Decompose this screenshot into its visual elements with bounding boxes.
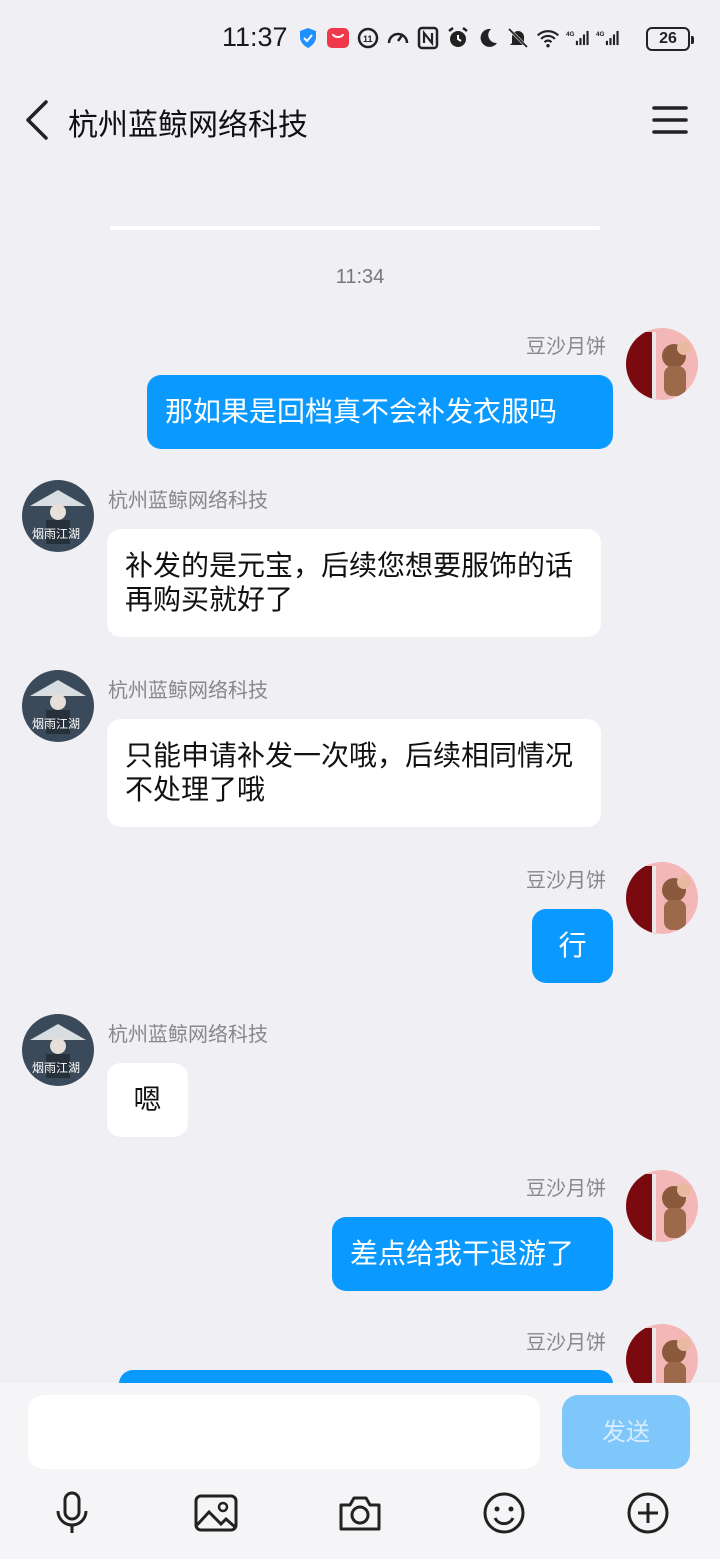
sender-name: 杭州蓝鲸网络科技 bbox=[108, 488, 268, 512]
avatar[interactable] bbox=[626, 1170, 698, 1242]
status-time: 11:37 bbox=[222, 22, 288, 52]
menu-button[interactable] bbox=[650, 102, 690, 138]
plus-icon[interactable] bbox=[624, 1489, 672, 1537]
avatar[interactable] bbox=[626, 862, 698, 934]
mute-icon bbox=[506, 26, 530, 50]
message-bubble-incoming[interactable]: 嗯 bbox=[107, 1063, 188, 1137]
user-avatar-icon bbox=[626, 1170, 698, 1242]
svg-text:4G: 4G bbox=[596, 31, 605, 38]
timestamp: 11:34 bbox=[335, 266, 385, 288]
user-avatar-icon bbox=[626, 328, 698, 400]
status-icons: 11 4G 4G bbox=[296, 26, 620, 50]
speed-icon bbox=[386, 26, 410, 50]
chat-area[interactable]: 11:34 豆沙月饼 那如果是回档真不会补发衣服吗 烟雨江湖 杭州蓝鲸网络科技 … bbox=[0, 240, 720, 1383]
back-arrow-icon bbox=[26, 100, 48, 140]
svg-text:烟雨江湖: 烟雨江湖 bbox=[32, 716, 80, 731]
message-bubble-outgoing[interactable]: 那如果是回档真不会补发衣服吗 bbox=[147, 375, 613, 449]
avatar[interactable]: 烟雨江湖 bbox=[22, 480, 94, 552]
signal-4g-icon-2: 4G bbox=[596, 26, 620, 50]
avatar[interactable] bbox=[626, 1324, 698, 1383]
voice-icon[interactable] bbox=[48, 1489, 96, 1537]
svg-text:烟雨江湖: 烟雨江湖 bbox=[32, 526, 80, 541]
message-bubble-outgoing[interactable] bbox=[119, 1370, 613, 1383]
avatar[interactable]: 烟雨江湖 bbox=[22, 1014, 94, 1086]
battery-level: 26 bbox=[659, 30, 677, 47]
alarm-icon bbox=[446, 26, 470, 50]
message-bubble-incoming[interactable]: 只能申请补发一次哦，后续相同情况不处理了哦 bbox=[107, 719, 601, 827]
svg-text:4G: 4G bbox=[566, 31, 575, 38]
battery-icon: 26 bbox=[646, 27, 694, 51]
status-bar: 11:37 11 4G 4G 26 bbox=[0, 0, 720, 80]
message-input[interactable] bbox=[28, 1395, 540, 1469]
nfc-icon bbox=[416, 26, 440, 50]
input-area: 发送 bbox=[0, 1383, 720, 1559]
sender-name: 豆沙月饼 bbox=[526, 868, 606, 892]
send-button[interactable]: 发送 bbox=[562, 1395, 690, 1469]
signal-4g-icon: 4G bbox=[566, 26, 590, 50]
shield-icon bbox=[296, 26, 320, 50]
menu-icon bbox=[652, 106, 688, 134]
user-avatar-icon bbox=[626, 862, 698, 934]
svg-text:烟雨江湖: 烟雨江湖 bbox=[32, 1060, 80, 1075]
wifi-icon bbox=[536, 26, 560, 50]
camera-icon[interactable] bbox=[336, 1489, 384, 1537]
app-store-icon bbox=[326, 26, 350, 50]
sender-name: 杭州蓝鲸网络科技 bbox=[108, 678, 268, 702]
message-bubble-outgoing[interactable]: 行 bbox=[532, 909, 613, 983]
service-avatar-icon: 烟雨江湖 bbox=[22, 480, 94, 552]
user-avatar-icon bbox=[626, 1324, 698, 1383]
message-bubble-incoming[interactable]: 补发的是元宝，后续您想要服饰的话再购买就好了 bbox=[107, 529, 601, 637]
avatar[interactable] bbox=[626, 328, 698, 400]
back-button[interactable] bbox=[20, 98, 56, 142]
previous-message-edge bbox=[110, 226, 600, 230]
svg-text:11: 11 bbox=[363, 34, 373, 44]
service-avatar-icon: 烟雨江湖 bbox=[22, 670, 94, 742]
avatar[interactable]: 烟雨江湖 bbox=[22, 670, 94, 742]
sender-name: 豆沙月饼 bbox=[526, 1176, 606, 1200]
sender-name: 豆沙月饼 bbox=[526, 1330, 606, 1354]
page-title: 杭州蓝鲸网络科技 bbox=[68, 108, 308, 143]
emoji-icon[interactable] bbox=[480, 1489, 528, 1537]
image-icon[interactable] bbox=[192, 1489, 240, 1537]
data-saver-icon: 11 bbox=[356, 26, 380, 50]
title-bar: 杭州蓝鲸网络科技 bbox=[0, 80, 720, 160]
message-bubble-outgoing[interactable]: 差点给我干退游了 bbox=[332, 1217, 613, 1291]
moon-icon bbox=[476, 26, 500, 50]
sender-name: 豆沙月饼 bbox=[526, 334, 606, 358]
sender-name: 杭州蓝鲸网络科技 bbox=[108, 1022, 268, 1046]
service-avatar-icon: 烟雨江湖 bbox=[22, 1014, 94, 1086]
